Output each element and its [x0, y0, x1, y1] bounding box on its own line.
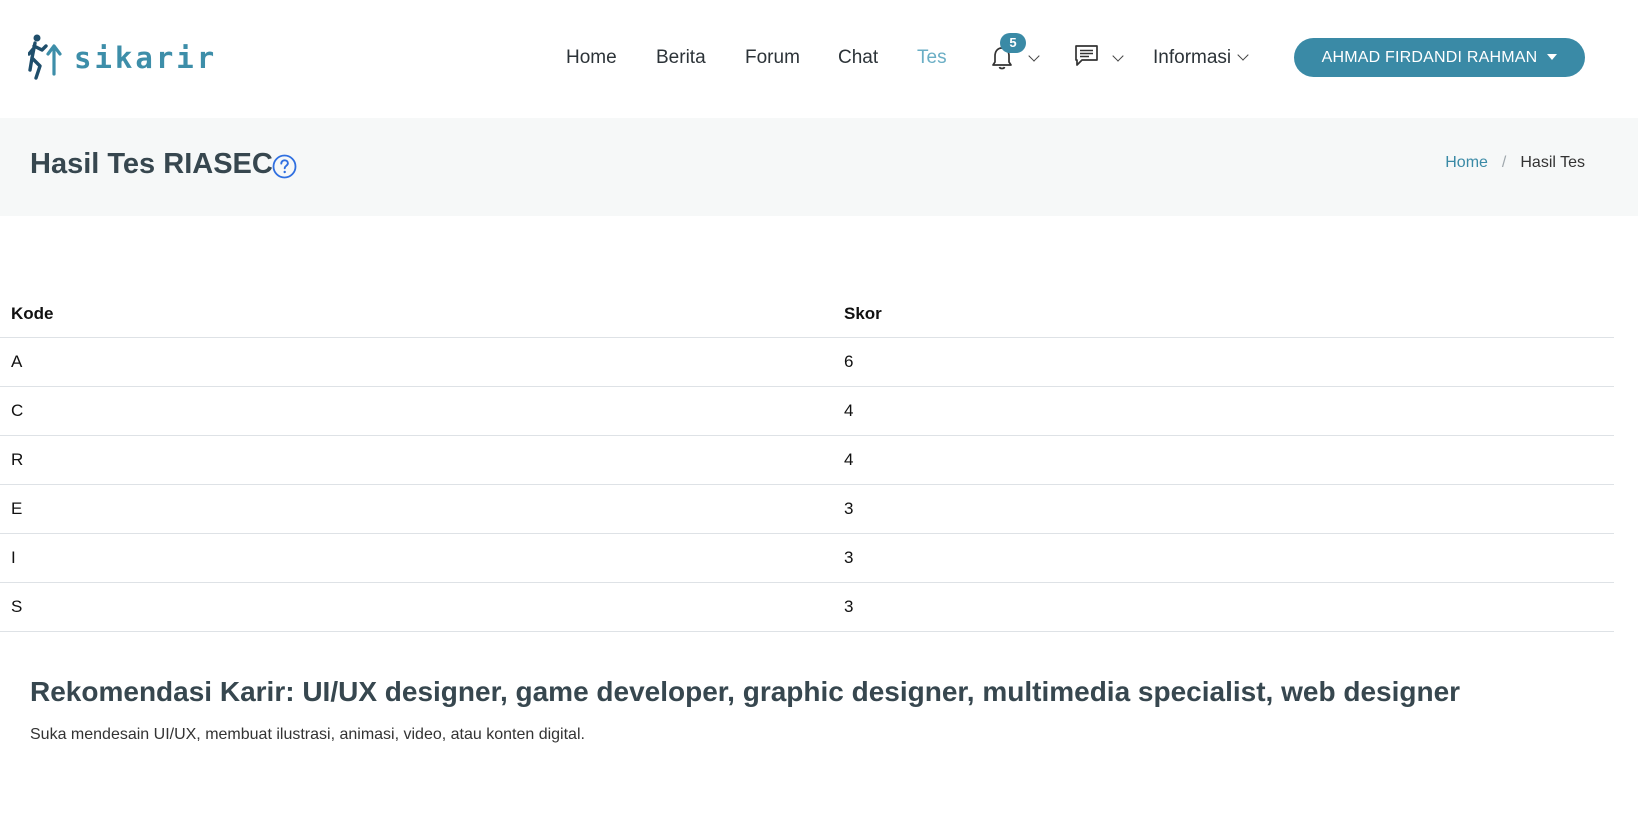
- nav-informasi[interactable]: Informasi: [1153, 38, 1249, 78]
- breadcrumb-home[interactable]: Home: [1445, 154, 1488, 172]
- riasec-result-table: Kode Skor A 6 C 4 R 4 E 3 I 3 S 3: [0, 291, 1614, 632]
- user-name: AHMAD FIRDANDI RAHMAN: [1321, 48, 1538, 66]
- recommendation-description: Suka mendesain UI/UX, membuat ilustrasi,…: [30, 726, 585, 743]
- site-header: sikarir Home Berita Forum Chat Tes Infor…: [0, 0, 1638, 118]
- nav-chat[interactable]: Chat: [838, 38, 878, 78]
- logo-text: sikarir: [74, 41, 218, 75]
- messages-dropdown[interactable]: [1072, 40, 1124, 78]
- page-title-band: Hasil Tes RIASEC Home / Hasil Tes: [0, 118, 1638, 216]
- page-title: Hasil Tes RIASEC: [30, 148, 273, 180]
- nav-forum[interactable]: Forum: [745, 38, 800, 78]
- cell-skor: 3: [833, 533, 1614, 583]
- table-row: E 3: [0, 484, 1614, 534]
- notifications-dropdown[interactable]: 5: [990, 33, 1040, 78]
- caret-down-icon: [1547, 53, 1558, 60]
- table-row: C 4: [0, 386, 1614, 436]
- cell-skor: 4: [833, 386, 1614, 436]
- breadcrumb: Home / Hasil Tes: [1445, 154, 1585, 172]
- chat-icon: [1075, 45, 1098, 66]
- site-logo[interactable]: sikarir: [28, 34, 217, 82]
- breadcrumb-separator: /: [1501, 154, 1507, 171]
- breadcrumb-current: Hasil Tes: [1520, 154, 1585, 171]
- chevron-down-icon: [1028, 50, 1040, 62]
- cell-skor: 4: [833, 435, 1614, 485]
- column-header-skor: Skor: [833, 291, 1614, 338]
- cell-skor: 3: [833, 582, 1614, 632]
- nav-tes[interactable]: Tes: [917, 38, 947, 78]
- nav-informasi-label: Informasi: [1153, 47, 1232, 68]
- table-header-row: Kode Skor: [0, 291, 1614, 338]
- table-row: S 3: [0, 582, 1614, 632]
- cell-kode: C: [0, 386, 833, 436]
- notification-badge: 5: [1000, 33, 1026, 53]
- recommendation-label: Rekomendasi Karir:: [30, 676, 303, 707]
- user-menu-button[interactable]: AHMAD FIRDANDI RAHMAN: [1294, 38, 1585, 77]
- career-recommendation: Rekomendasi Karir: UI/UX designer, game …: [30, 676, 1460, 708]
- chevron-down-icon: [1237, 49, 1249, 61]
- cell-skor: 6: [833, 337, 1614, 387]
- cell-kode: A: [0, 337, 833, 387]
- recommendation-careers: UI/UX designer, game developer, graphic …: [302, 676, 1461, 707]
- table-row: I 3: [0, 533, 1614, 583]
- question-circle-icon[interactable]: [272, 154, 297, 179]
- cell-kode: I: [0, 533, 833, 583]
- column-header-kode: Kode: [0, 291, 833, 338]
- cell-kode: S: [0, 582, 833, 632]
- nav-home[interactable]: Home: [566, 38, 617, 78]
- nav-berita[interactable]: Berita: [656, 38, 706, 78]
- cell-kode: E: [0, 484, 833, 534]
- cell-skor: 3: [833, 484, 1614, 534]
- chevron-down-icon: [1112, 50, 1124, 62]
- cell-kode: R: [0, 435, 833, 485]
- table-row: A 6: [0, 337, 1614, 387]
- table-row: R 4: [0, 435, 1614, 485]
- runner-logo-icon: [28, 34, 62, 80]
